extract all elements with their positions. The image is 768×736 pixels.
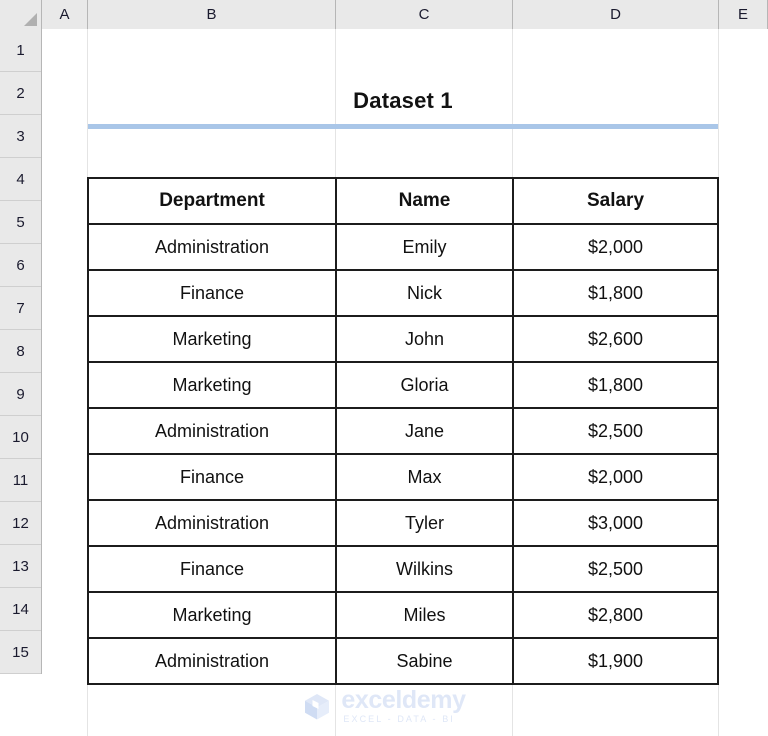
cell-name: John bbox=[335, 315, 514, 363]
column-header-c[interactable]: C bbox=[336, 0, 513, 29]
spreadsheet-app: A B C D E 1 2 3 4 5 6 7 8 9 10 11 12 13 … bbox=[0, 0, 768, 736]
row-header-5[interactable]: 5 bbox=[0, 201, 41, 244]
row-header-9[interactable]: 9 bbox=[0, 373, 41, 416]
column-header-b[interactable]: B bbox=[88, 0, 336, 29]
cell-department: Administration bbox=[87, 499, 337, 547]
cell-department: Finance bbox=[87, 453, 337, 501]
title-underline-rule bbox=[88, 124, 718, 129]
table-row: Administration Emily $2,000 bbox=[87, 223, 719, 271]
row-header-11[interactable]: 11 bbox=[0, 459, 41, 502]
row-header-4[interactable]: 4 bbox=[0, 158, 41, 201]
dataset-title: Dataset 1 bbox=[88, 88, 718, 114]
cell-department: Administration bbox=[87, 223, 337, 271]
cell-salary: $2,000 bbox=[512, 453, 719, 501]
table-row: Marketing Miles $2,800 bbox=[87, 591, 719, 639]
table-row: Finance Nick $1,800 bbox=[87, 269, 719, 317]
row-header-column: 1 2 3 4 5 6 7 8 9 10 11 12 13 14 15 bbox=[0, 29, 42, 674]
cell-name: Jane bbox=[335, 407, 514, 455]
column-header-e[interactable]: E bbox=[719, 0, 768, 29]
cell-salary: $2,500 bbox=[512, 407, 719, 455]
cell-salary: $1,900 bbox=[512, 637, 719, 685]
select-all-corner[interactable] bbox=[0, 0, 42, 29]
row-header-15[interactable]: 15 bbox=[0, 631, 41, 674]
table-row: Finance Wilkins $2,500 bbox=[87, 545, 719, 593]
column-header-name: Name bbox=[335, 177, 514, 225]
cell-salary: $2,800 bbox=[512, 591, 719, 639]
cell-department: Marketing bbox=[87, 591, 337, 639]
cell-department: Marketing bbox=[87, 315, 337, 363]
table-row: Administration Sabine $1,900 bbox=[87, 637, 719, 685]
row-header-6[interactable]: 6 bbox=[0, 244, 41, 287]
row-header-10[interactable]: 10 bbox=[0, 416, 41, 459]
dataset-title-text: Dataset 1 bbox=[353, 88, 453, 113]
cell-department: Marketing bbox=[87, 361, 337, 409]
select-all-triangle-icon bbox=[24, 13, 37, 26]
column-header-salary: Salary bbox=[512, 177, 719, 225]
row-header-12[interactable]: 12 bbox=[0, 502, 41, 545]
column-header-d[interactable]: D bbox=[513, 0, 719, 29]
cell-name: Miles bbox=[335, 591, 514, 639]
cell-name: Wilkins bbox=[335, 545, 514, 593]
row-header-3[interactable]: 3 bbox=[0, 115, 41, 158]
cell-salary: $3,000 bbox=[512, 499, 719, 547]
exceldemy-watermark: exceldemy EXCEL - DATA - BI bbox=[0, 688, 768, 724]
table-row: Marketing Gloria $1,800 bbox=[87, 361, 719, 409]
column-header-bar: A B C D E bbox=[0, 0, 768, 29]
row-header-1[interactable]: 1 bbox=[0, 29, 41, 72]
row-header-8[interactable]: 8 bbox=[0, 330, 41, 373]
table-row: Administration Jane $2,500 bbox=[87, 407, 719, 455]
row-header-14[interactable]: 14 bbox=[0, 588, 41, 631]
cell-department: Administration bbox=[87, 637, 337, 685]
table-row: Finance Max $2,000 bbox=[87, 453, 719, 501]
cell-salary: $1,800 bbox=[512, 361, 719, 409]
dataset-table: Department Name Salary Administration Em… bbox=[87, 177, 719, 685]
table-row: Marketing John $2,600 bbox=[87, 315, 719, 363]
column-header-department: Department bbox=[87, 177, 337, 225]
cell-department: Finance bbox=[87, 269, 337, 317]
cell-name: Nick bbox=[335, 269, 514, 317]
cell-name: Gloria bbox=[335, 361, 514, 409]
cell-name: Emily bbox=[335, 223, 514, 271]
cell-salary: $1,800 bbox=[512, 269, 719, 317]
column-header-a[interactable]: A bbox=[42, 0, 88, 29]
cell-name: Tyler bbox=[335, 499, 514, 547]
row-header-7[interactable]: 7 bbox=[0, 287, 41, 330]
cell-department: Finance bbox=[87, 545, 337, 593]
row-header-2[interactable]: 2 bbox=[0, 72, 41, 115]
table-row: Administration Tyler $3,000 bbox=[87, 499, 719, 547]
row-header-13[interactable]: 13 bbox=[0, 545, 41, 588]
watermark-text: exceldemy EXCEL - DATA - BI bbox=[341, 686, 466, 724]
cell-name: Max bbox=[335, 453, 514, 501]
cell-department: Administration bbox=[87, 407, 337, 455]
table-header-row: Department Name Salary bbox=[87, 177, 719, 225]
watermark-tagline: EXCEL - DATA - BI bbox=[343, 714, 455, 724]
cell-name: Sabine bbox=[335, 637, 514, 685]
watermark-brand: exceldemy bbox=[341, 686, 466, 714]
cell-salary: $2,000 bbox=[512, 223, 719, 271]
cell-salary: $2,500 bbox=[512, 545, 719, 593]
cube-logo-icon bbox=[305, 694, 330, 720]
cell-salary: $2,600 bbox=[512, 315, 719, 363]
